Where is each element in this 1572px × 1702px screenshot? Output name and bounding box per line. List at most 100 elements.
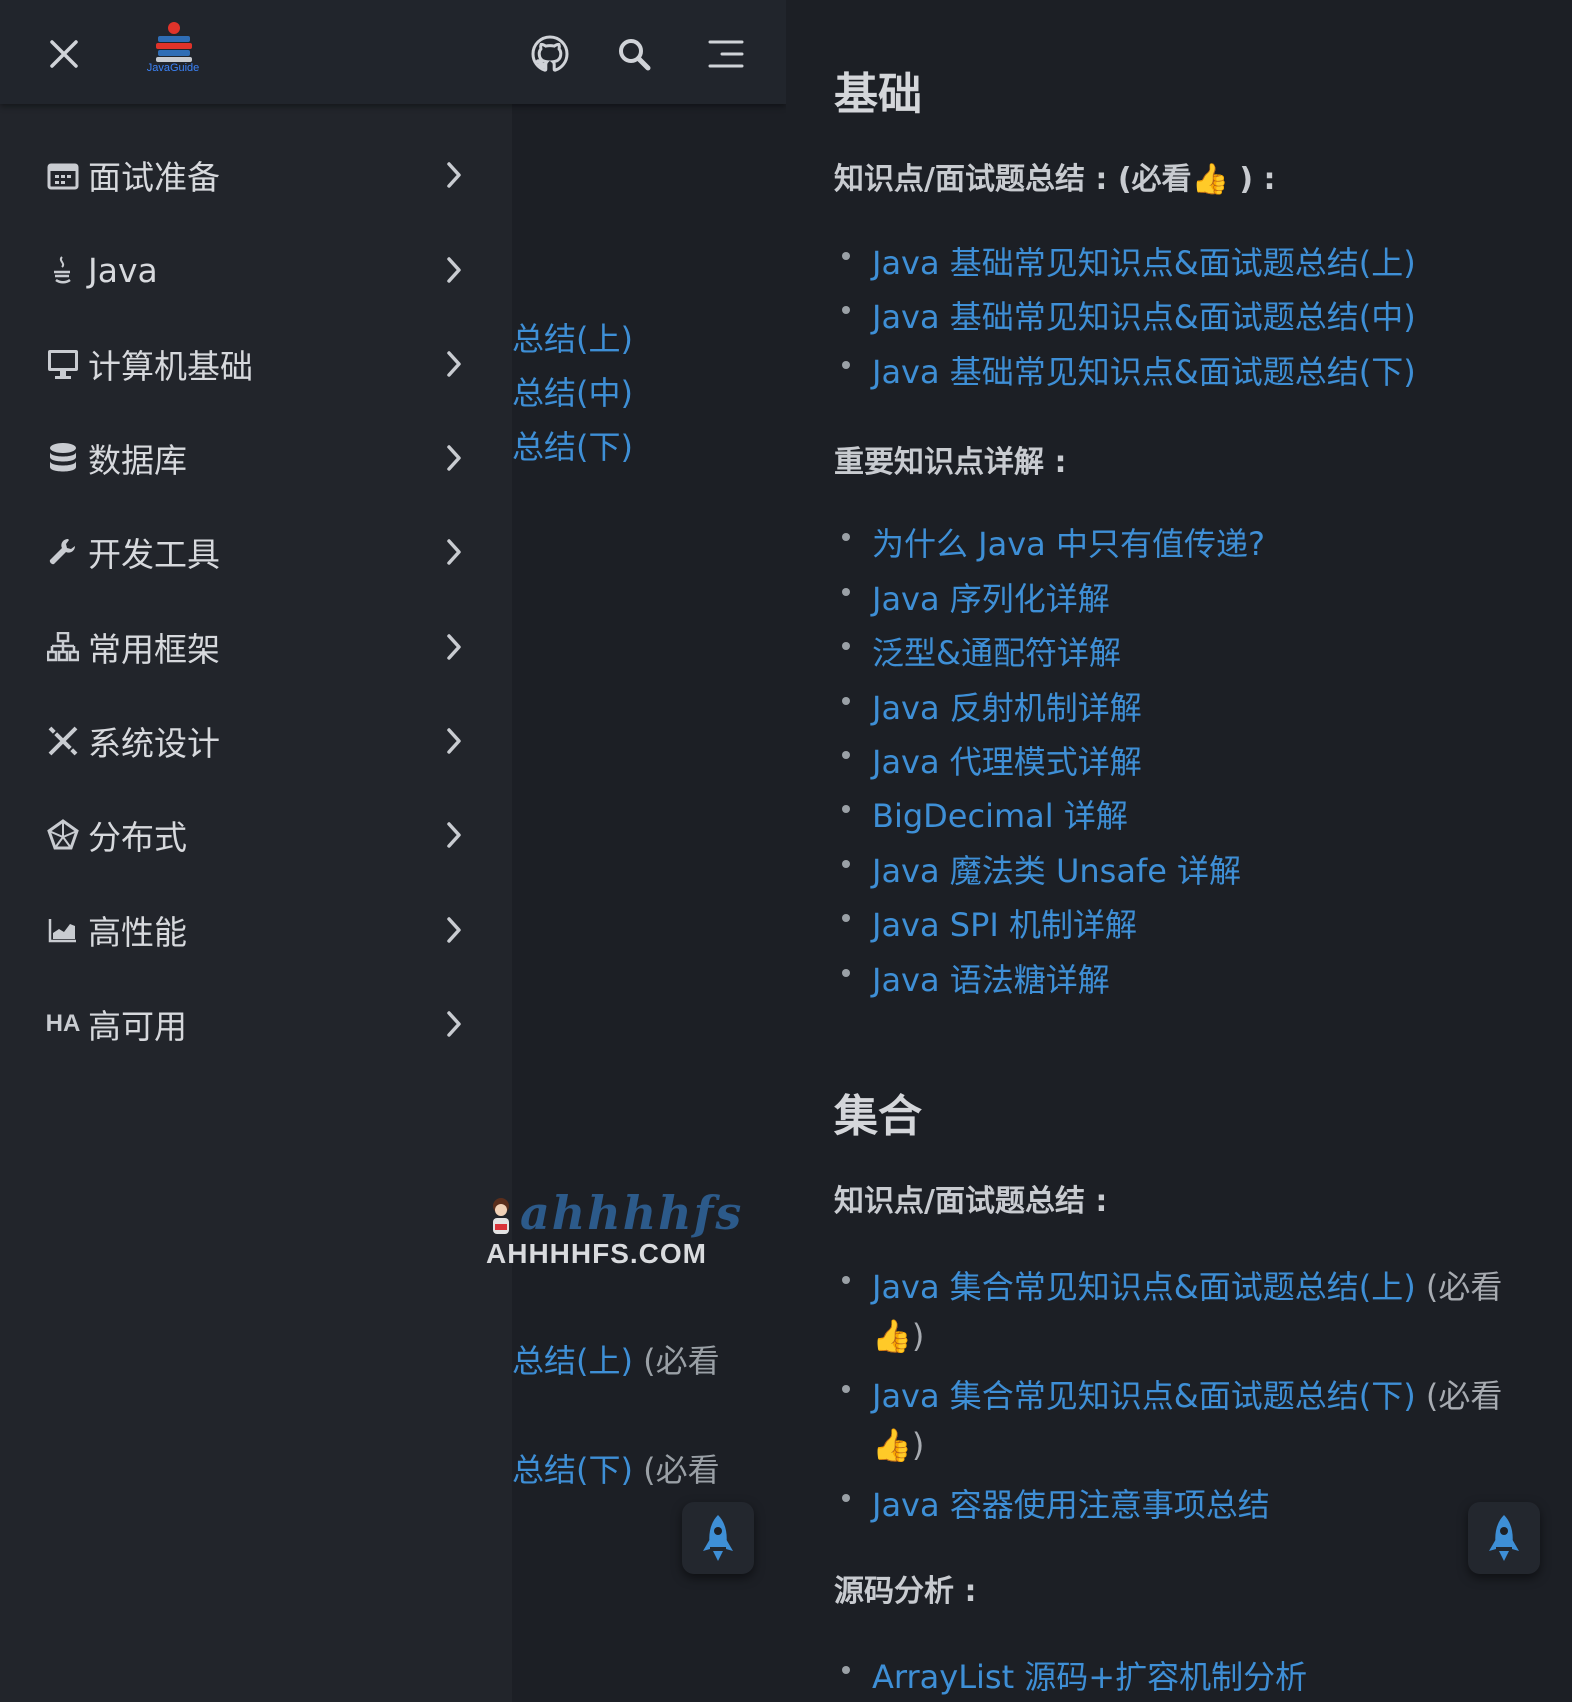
menu-lines-icon [708, 40, 744, 68]
summary-heading: 知识点/面试题总结 : [834, 1184, 1108, 1219]
design-tools-icon [46, 724, 80, 758]
ha-text-icon: HA [45, 1010, 81, 1037]
article-link[interactable]: 泛型&通配符详解 [842, 628, 1121, 674]
sidebar-item-label: 高可用 [88, 1007, 187, 1046]
sidebar-drawer: 面试准备 Java 计算机基础 数据库 开发工具 常用框架 系统设计 分布式 高… [0, 104, 512, 1702]
chevron-right-icon [442, 630, 466, 664]
must-read-note-cont: 👍) [872, 1426, 925, 1464]
sidebar-item-interview-prep[interactable]: 面试准备 [0, 131, 512, 219]
close-button[interactable] [40, 30, 88, 78]
link-text: 泛型&通配符详解 [872, 634, 1121, 672]
must-read-note: (必看 [632, 1451, 720, 1489]
must-read-note: (必看 [1415, 1268, 1503, 1306]
article-link[interactable]: Java 代理模式详解 [842, 737, 1142, 783]
github-button[interactable] [526, 30, 574, 78]
javaguide-logo[interactable]: JavaGuide [138, 20, 208, 80]
background-link[interactable]: 总结(上) (必看 [512, 1336, 720, 1382]
chevron-right-icon [442, 913, 466, 947]
link-text: Java 魔法类 Unsafe 详解 [872, 852, 1242, 890]
list-bullet [842, 969, 850, 977]
chevron-right-icon [442, 253, 466, 287]
search-button[interactable] [610, 30, 658, 78]
link-text: Java 语法糖详解 [872, 961, 1110, 999]
rocket-icon [703, 1515, 733, 1561]
background-link[interactable]: 总结(上) [512, 314, 633, 360]
article-link[interactable]: ArrayList 源码+扩容机制分析 [842, 1652, 1308, 1698]
chevron-right-icon [442, 818, 466, 852]
article-link[interactable]: Java 容器使用注意事项总结 [842, 1480, 1270, 1526]
github-icon [531, 35, 569, 72]
article-link[interactable]: BigDecimal 详解 [842, 791, 1128, 837]
sidebar-item-distributed[interactable]: 分布式 [0, 791, 512, 879]
sitemap-icon [46, 630, 80, 664]
article-link[interactable]: Java 语法糖详解 [842, 955, 1110, 1001]
computer-monitor-icon [46, 347, 80, 381]
background-link-text: 总结(下) [512, 1451, 633, 1489]
toc-menu-button[interactable] [702, 30, 750, 78]
link-text: Java 容器使用注意事项总结 [872, 1486, 1270, 1524]
article-link[interactable]: Java 基础常见知识点&面试题总结(上) [842, 238, 1416, 284]
sidebar-item-system-design[interactable]: 系统设计 [0, 697, 512, 785]
sidebar-item-label: 系统设计 [88, 724, 220, 763]
list-bullet [842, 361, 850, 369]
sidebar-item-high-performance[interactable]: 高性能 [0, 886, 512, 974]
list-bullet [842, 252, 850, 260]
article-link[interactable]: 为什么 Java 中只有值传递? [842, 519, 1265, 565]
sidebar-item-java[interactable]: Java [0, 226, 512, 314]
article-link[interactable]: Java 基础常见知识点&面试题总结(下) [842, 347, 1416, 393]
close-icon [50, 40, 78, 68]
link-text: Java 序列化详解 [872, 580, 1110, 618]
list-bullet [842, 751, 850, 759]
watermark-script: ahhhhfs [520, 1186, 744, 1240]
article-link[interactable]: Java 魔法类 Unsafe 详解 [842, 846, 1242, 892]
article-link[interactable]: Java 反射机制详解 [842, 683, 1142, 729]
article-link[interactable]: Java 序列化详解 [842, 574, 1110, 620]
link-text: ArrayList 源码+扩容机制分析 [872, 1658, 1308, 1696]
link-text: Java 代理模式详解 [872, 743, 1142, 781]
back-to-top-button[interactable] [1468, 1502, 1540, 1574]
link-text: Java 基础常见知识点&面试题总结(上) [872, 244, 1416, 282]
database-icon [46, 441, 80, 475]
list-bullet [842, 1494, 850, 1502]
article-link[interactable]: Java 基础常见知识点&面试题总结(中) [842, 292, 1416, 338]
search-icon [619, 39, 651, 71]
background-page-content: 总结(上) 总结(中) 总结(下) 总结(上) (必看 总结(下) (必看 [512, 104, 786, 1702]
left-screenshot: 总结(上) 总结(中) 总结(下) 总结(上) (必看 总结(下) (必看 Ja… [0, 0, 786, 1702]
sidebar-item-cs-basics[interactable]: 计算机基础 [0, 320, 512, 408]
back-to-top-button[interactable] [682, 1502, 754, 1574]
sidebar-item-high-availability[interactable]: HA 高可用 [0, 980, 512, 1068]
list-bullet [842, 306, 850, 314]
rocket-icon [1489, 1515, 1519, 1561]
sidebar-item-label: 高性能 [88, 913, 187, 952]
article-link[interactable]: Java 集合常见知识点&面试题总结(下) (必看 [842, 1371, 1503, 1417]
calendar-icon [46, 158, 80, 192]
list-bullet [842, 914, 850, 922]
article-link[interactable]: Java 集合常见知识点&面试题总结(上) (必看 [842, 1262, 1503, 1308]
background-link[interactable]: 总结(下) (必看 [512, 1445, 720, 1491]
site-watermark: ahhhhfs AHHHHFS.COM [484, 1186, 754, 1276]
link-text: 为什么 Java 中只有值传递? [872, 525, 1265, 563]
article-link[interactable]: Java SPI 机制详解 [842, 900, 1137, 946]
book-stack-logo-icon [156, 22, 192, 62]
chevron-right-icon [442, 441, 466, 475]
sidebar-item-label: 常用框架 [88, 630, 220, 669]
chevron-right-icon [442, 535, 466, 569]
chevron-right-icon [442, 724, 466, 758]
background-link[interactable]: 总结(中) [512, 368, 633, 414]
list-bullet [842, 642, 850, 650]
sidebar-item-database[interactable]: 数据库 [0, 414, 512, 502]
sidebar-item-frameworks[interactable]: 常用框架 [0, 603, 512, 691]
section-title-collections: 集合 [834, 1091, 922, 1142]
link-text: Java 基础常见知识点&面试题总结(中) [872, 298, 1416, 336]
link-text: Java 集合常见知识点&面试题总结(下) [872, 1377, 1416, 1415]
link-text: Java SPI 机制详解 [872, 906, 1137, 944]
sidebar-item-dev-tools[interactable]: 开发工具 [0, 508, 512, 596]
sidebar-item-label: Java [88, 250, 158, 290]
list-bullet [842, 1385, 850, 1393]
wrench-icon [46, 535, 80, 569]
sidebar-item-label: 数据库 [88, 441, 187, 480]
chevron-right-icon [442, 347, 466, 381]
background-link[interactable]: 总结(下) [512, 422, 633, 468]
java-coffee-icon [46, 253, 80, 287]
must-read-note: (必看 [1415, 1377, 1503, 1415]
